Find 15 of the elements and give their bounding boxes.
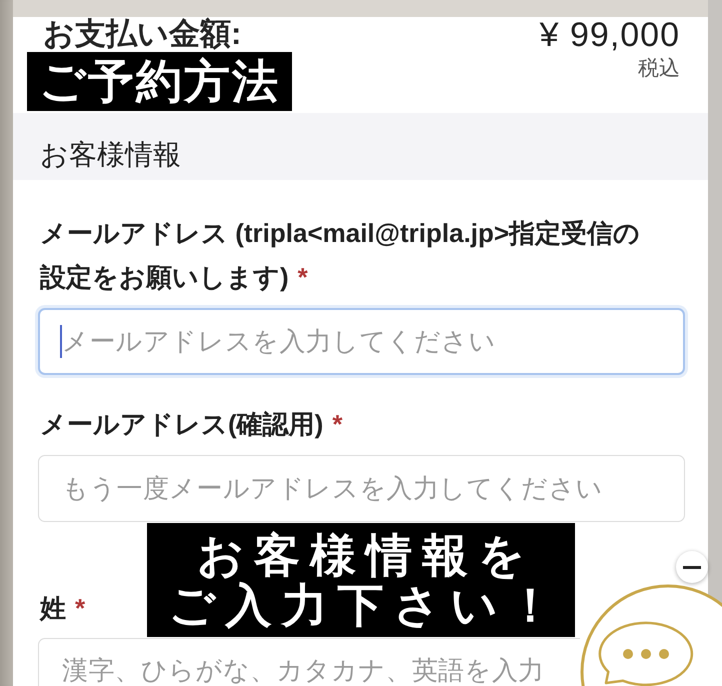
video-caption: ご予約方法 xyxy=(27,52,292,111)
video-caption: お客様情報を ご入力下さい！ xyxy=(147,523,575,637)
input-field[interactable]: 漢字、ひらがな、カタカナ、英語を入力 xyxy=(38,638,580,686)
text-cursor-icon xyxy=(60,325,62,358)
input-field[interactable]: メールアドレスを入力してください xyxy=(38,308,685,375)
payment-label: お支払い金額: xyxy=(43,17,242,51)
chat-bubble-icon xyxy=(598,622,694,686)
section-title: お客様情報 xyxy=(40,139,181,171)
minus-icon xyxy=(683,566,701,568)
field-label: 姓 * xyxy=(40,592,86,625)
field-label: メールアドレス (tripla<mail@tripla.jp>指定受信の設定をお願いします) * xyxy=(40,217,642,294)
input-field[interactable]: もう一度メールアドレスを入力してください xyxy=(38,455,685,522)
field-label: メールアドレス(確認用) * xyxy=(40,408,342,441)
payment-amount: ¥ 99,000 xyxy=(540,17,680,53)
tax-note: 税込 xyxy=(638,56,680,82)
